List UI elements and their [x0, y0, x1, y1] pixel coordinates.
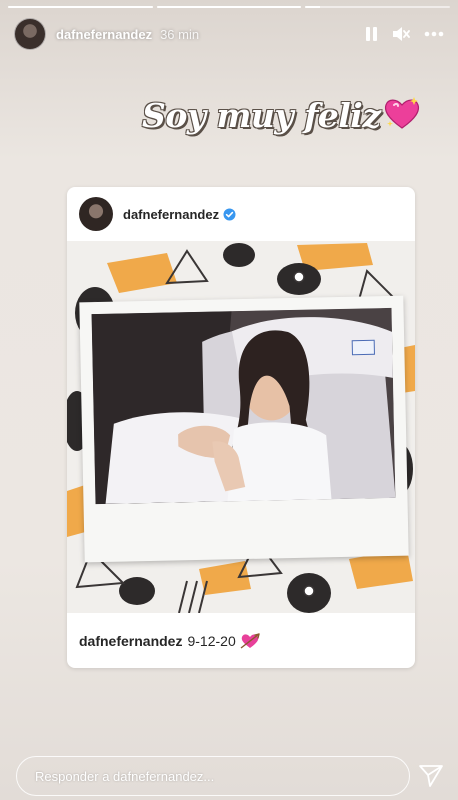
post-header: dafnefernandez: [67, 187, 415, 241]
header-actions: [366, 26, 444, 42]
story-progress: [8, 6, 451, 8]
post-username[interactable]: dafnefernandez: [123, 207, 219, 222]
caption-date: 9-12-20: [187, 632, 236, 649]
sparkling-heart-icon: [383, 95, 421, 136]
heart-with-arrow-icon: [240, 632, 260, 650]
pause-icon[interactable]: [366, 27, 378, 41]
hospital-photo-image: [91, 307, 396, 505]
progress-segment-active: [305, 6, 451, 8]
verified-badge-icon: [223, 208, 236, 221]
story-caption: Soy muy feliz: [142, 92, 444, 138]
more-icon[interactable]: [424, 31, 444, 37]
shared-post-card[interactable]: dafnefernandez dafnefernandez 9-12-20: [67, 187, 415, 668]
reply-input[interactable]: Responder a dafnefernandez...: [16, 756, 410, 796]
post-photo[interactable]: [67, 241, 415, 613]
polaroid-photo: [79, 295, 409, 563]
send-icon[interactable]: [418, 764, 444, 793]
post-avatar[interactable]: [79, 197, 113, 231]
post-caption: dafnefernandez 9-12-20: [67, 613, 415, 668]
story-username[interactable]: dafnefernandez: [56, 27, 152, 42]
avatar[interactable]: [14, 18, 46, 50]
story-time: 36 min: [160, 26, 200, 42]
caption-username[interactable]: dafnefernandez: [79, 633, 182, 649]
reply-placeholder: Responder a dafnefernandez...: [35, 768, 215, 784]
story-header: dafnefernandez 36 min: [14, 16, 444, 52]
progress-segment: [156, 6, 302, 8]
progress-segment: [8, 6, 153, 8]
mute-icon[interactable]: [392, 26, 410, 42]
caption-text: Soy muy feliz: [142, 95, 381, 135]
story-viewer[interactable]: dafnefernandez 36 min Soy muy feliz dafn…: [0, 0, 458, 800]
